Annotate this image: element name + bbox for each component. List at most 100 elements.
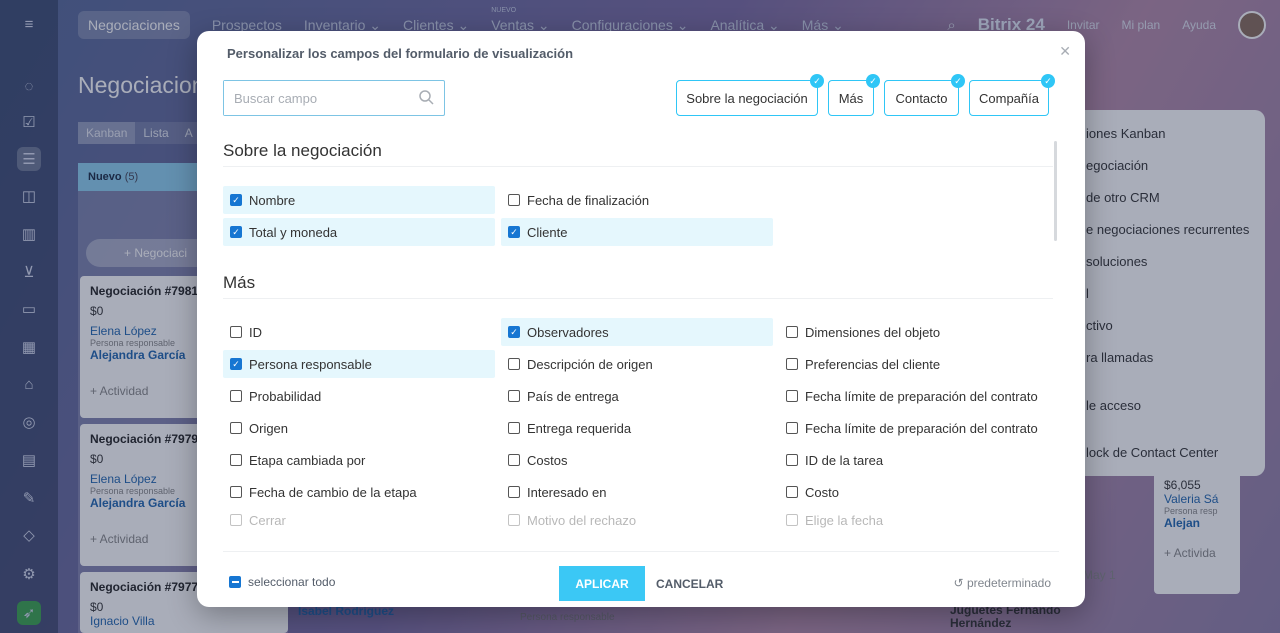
field-option[interactable]: Fecha de finalización [501, 186, 773, 214]
footer-divider [223, 551, 1059, 552]
field-option[interactable]: ID [223, 318, 495, 346]
field-option[interactable]: Interesado en [501, 478, 773, 506]
checkbox[interactable] [508, 486, 520, 498]
undo-icon: ↺ [953, 576, 967, 590]
checkbox[interactable] [230, 454, 242, 466]
field-option[interactable]: Elige la fecha [779, 510, 1051, 530]
field-label: ID de la tarea [805, 452, 884, 468]
tag-label: Contacto [895, 90, 948, 106]
field-label: Etapa cambiada por [249, 452, 366, 468]
field-option[interactable]: ✓ Total y moneda [223, 218, 495, 246]
checkbox[interactable] [508, 514, 520, 526]
tag-label: Compañía [979, 90, 1039, 106]
check-icon: ✓ [951, 74, 965, 88]
field-label: Motivo del rechazo [527, 512, 637, 528]
checkbox[interactable] [786, 454, 798, 466]
section-divider [223, 298, 1053, 299]
field-option[interactable]: ✓ Observadores [501, 318, 773, 346]
field-label: ID [249, 324, 262, 340]
field-option[interactable]: Fecha de cambio de la etapa [223, 478, 495, 506]
field-option[interactable]: Entrega requerida [501, 414, 773, 442]
field-label: Costos [527, 452, 568, 468]
field-option[interactable]: Motivo del rechazo [501, 510, 773, 530]
reset-default-button[interactable]: ↺ predeterminado [954, 576, 1051, 590]
cancel-button[interactable]: CANCELAR [656, 566, 723, 601]
checkbox[interactable] [230, 422, 242, 434]
checkbox[interactable] [508, 422, 520, 434]
field-option[interactable]: ✓ Cliente [501, 218, 773, 246]
close-icon[interactable]: ✕ [1059, 43, 1071, 60]
select-all-toggle[interactable]: seleccionar todo [229, 575, 335, 589]
field-option[interactable]: Etapa cambiada por [223, 446, 495, 474]
checkbox[interactable] [508, 454, 520, 466]
tag-mas[interactable]: Más ✓ [828, 74, 880, 116]
field-settings-dialog: Personalizar los campos del formulario d… [197, 31, 1085, 607]
check-icon: ✓ [810, 74, 824, 88]
tag-label: Más [838, 90, 864, 106]
checkbox-checked[interactable]: ✓ [230, 358, 242, 370]
field-label: Descripción de origen [527, 356, 653, 372]
checkbox-checked[interactable]: ✓ [508, 326, 520, 338]
field-label: Cerrar [249, 512, 286, 528]
field-option[interactable]: ✓ Persona responsable [223, 350, 495, 378]
field-label: Preferencias del cliente [805, 356, 941, 372]
field-option[interactable]: Preferencias del cliente [779, 350, 1051, 378]
field-label: Elige la fecha [805, 512, 884, 528]
checkbox[interactable] [230, 486, 242, 498]
field-option[interactable]: Cerrar [223, 510, 495, 530]
checkbox[interactable] [786, 422, 798, 434]
checkbox[interactable] [786, 514, 798, 526]
field-option[interactable]: País de entrega [501, 382, 773, 410]
field-option[interactable]: Dimensiones del objeto [779, 318, 1051, 346]
tag-sobre-la-negociacion[interactable]: Sobre la negociación ✓ [676, 74, 824, 116]
checkbox[interactable] [230, 514, 242, 526]
checkbox[interactable] [508, 358, 520, 370]
field-label: Dimensiones del objeto [805, 324, 941, 340]
checkbox-checked[interactable]: ✓ [230, 194, 242, 206]
search-box [223, 80, 445, 116]
checkbox[interactable] [508, 194, 520, 206]
checkbox[interactable] [786, 390, 798, 402]
search-icon [419, 90, 434, 105]
field-option[interactable]: ID de la tarea [779, 446, 1051, 474]
default-label: predeterminado [966, 576, 1051, 590]
section-title-mas: Más [223, 273, 256, 292]
apply-button[interactable]: APLICAR [559, 566, 645, 601]
field-label: Observadores [527, 324, 609, 340]
checkbox[interactable] [786, 326, 798, 338]
field-label: Probabilidad [249, 388, 322, 404]
field-label: Entrega requerida [527, 420, 632, 436]
field-label: Fecha límite de preparación del contrato [805, 420, 1038, 436]
field-label: Fecha de finalización [527, 192, 650, 208]
scrollbar[interactable] [1054, 141, 1057, 241]
checkbox-checked[interactable]: ✓ [230, 226, 242, 238]
checkbox[interactable] [230, 390, 242, 402]
checkbox[interactable] [508, 390, 520, 402]
field-option[interactable]: Origen [223, 414, 495, 442]
field-option[interactable]: ✓ Nombre [223, 186, 495, 214]
checkbox[interactable] [786, 486, 798, 498]
checkbox-partial[interactable] [229, 576, 241, 588]
tag-contacto[interactable]: Contacto ✓ [884, 74, 965, 116]
checkbox[interactable] [230, 326, 242, 338]
field-option[interactable]: Descripción de origen [501, 350, 773, 378]
field-option[interactable]: Probabilidad [223, 382, 495, 410]
field-label: Persona responsable [249, 356, 372, 372]
tag-label: Sobre la negociación [686, 90, 808, 106]
field-label: Cliente [527, 224, 568, 240]
checkbox[interactable] [786, 358, 798, 370]
checkbox-checked[interactable]: ✓ [508, 226, 520, 238]
field-label: Fecha de cambio de la etapa [249, 484, 417, 500]
field-label: País de entrega [527, 388, 619, 404]
field-label: Nombre [249, 192, 296, 208]
field-label: Total y moneda [249, 224, 338, 240]
field-option[interactable]: Fecha límite de preparación del contrato [779, 382, 1051, 410]
field-option[interactable]: Costos [501, 446, 773, 474]
tag-compania[interactable]: Compañía ✓ [969, 74, 1055, 116]
field-option[interactable]: Costo [779, 478, 1051, 506]
field-option[interactable]: Fecha límite de preparación del contrato [779, 414, 1051, 442]
field-label: Interesado en [527, 484, 607, 500]
check-icon: ✓ [1041, 74, 1055, 88]
search-input[interactable] [224, 81, 409, 115]
field-label: Origen [249, 420, 289, 436]
